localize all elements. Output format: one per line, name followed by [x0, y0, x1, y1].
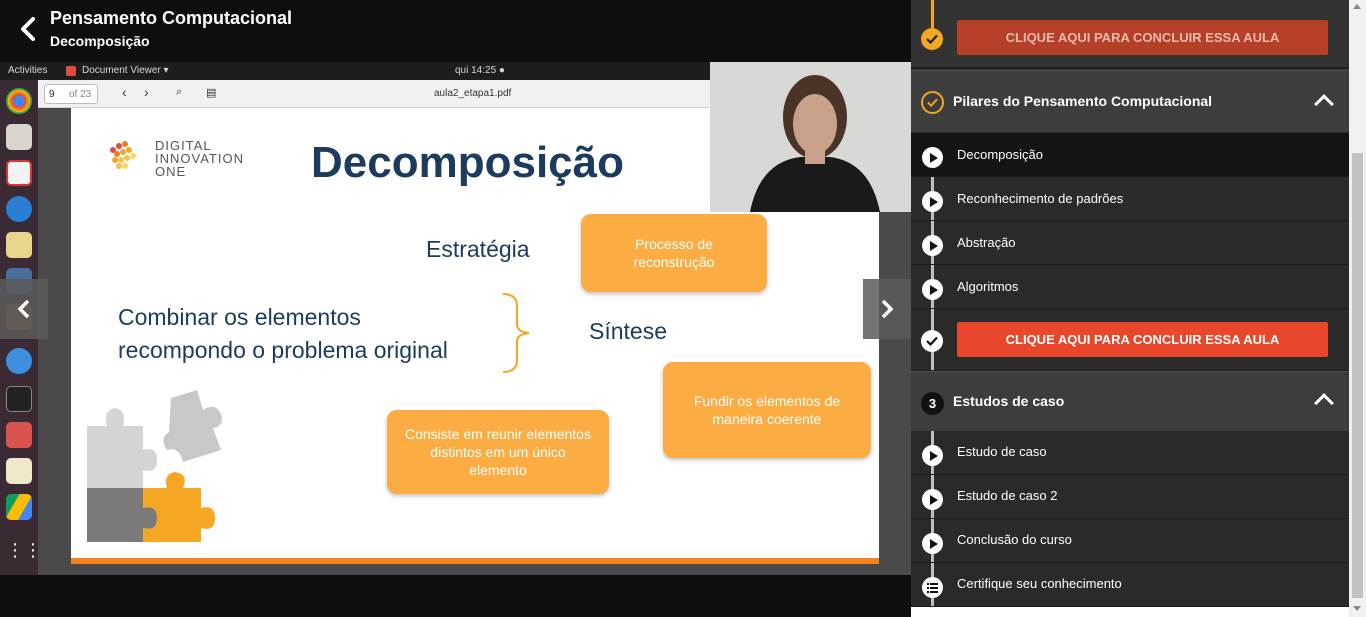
progress-line — [931, 0, 934, 28]
scroll-up-icon[interactable] — [1353, 4, 1361, 9]
label-combinar: Combinar os elementos recompondo o probl… — [118, 304, 448, 363]
play-icon — [922, 489, 943, 510]
puzzle-illustration — [87, 390, 222, 542]
files-icon — [6, 124, 32, 150]
back-arrow-icon[interactable] — [16, 16, 42, 42]
prev-slide-button[interactable] — [0, 279, 48, 339]
section-header-estudos[interactable]: 3 Estudos de caso — [911, 371, 1349, 431]
pdf-filename: aula2_etapa1.pdf — [434, 88, 512, 99]
lesson-item-estudo-caso-2[interactable]: Estudo de caso 2 — [911, 475, 1349, 519]
app-name: Document Viewer ▾ — [82, 65, 169, 76]
play-icon — [922, 445, 943, 466]
play-icon — [922, 235, 943, 256]
play-icon — [922, 279, 943, 300]
section-title: Pilares do Pensamento Computacional — [953, 93, 1213, 109]
play-icon — [922, 147, 943, 168]
next-page-icon[interactable]: › — [144, 84, 149, 100]
section-header-pilares[interactable]: Pilares do Pensamento Computacional — [911, 70, 1349, 132]
box-consiste: Consiste em reunir elementos distintos e… — [387, 410, 609, 494]
sidebar-bottom-edge — [911, 607, 1349, 617]
lesson-item-algoritmos[interactable]: Algoritmos — [911, 265, 1349, 309]
app-icon — [6, 232, 32, 258]
box-fundir: Fundir os elementos de maneira coerente — [663, 362, 871, 458]
lesson-item-abstracao[interactable]: Abstração — [911, 221, 1349, 265]
dio-logo-text: DIGITAL INNOVATION ONE — [155, 138, 244, 179]
player-bottom-bar — [0, 575, 911, 617]
check-icon — [921, 330, 943, 352]
lesson-title: Decomposição — [50, 33, 150, 49]
conclude-lesson-button-top[interactable]: CLIQUE AQUI PARA CONCLUIR ESSA AULA — [957, 20, 1328, 55]
menu-icon[interactable]: ▤ — [206, 86, 216, 99]
chevron-up-icon[interactable] — [1314, 94, 1334, 114]
chevron-left-icon — [17, 299, 30, 319]
conclude-row: CLIQUE AQUI PARA CONCLUIR ESSA AULA — [911, 309, 1349, 371]
label-sintese: Síntese — [589, 318, 667, 344]
scroll-down-icon[interactable] — [1353, 606, 1361, 611]
page-number-input[interactable]: 9 of 23 — [44, 84, 98, 104]
slide-footer-bar — [71, 558, 879, 564]
brace-icon — [502, 293, 530, 373]
lesson-item-padroes[interactable]: Reconhecimento de padrões — [911, 177, 1349, 221]
lesson-item-conclusao[interactable]: Conclusão do curso — [911, 519, 1349, 563]
lesson-item-decomposicao[interactable]: Decomposição — [911, 133, 1349, 177]
chevron-right-icon — [881, 299, 894, 319]
quiz-list-icon — [922, 577, 943, 598]
completed-lesson-row: CLIQUE AQUI PARA CONCLUIR ESSA AULA — [911, 0, 1349, 68]
text-editor-icon — [6, 458, 32, 484]
conclude-lesson-button[interactable]: CLIQUE AQUI PARA CONCLUIR ESSA AULA — [957, 322, 1328, 357]
completed-check-icon — [921, 28, 943, 50]
course-sidebar: CLIQUE AQUI PARA CONCLUIR ESSA AULA Pila… — [911, 0, 1349, 617]
label-estrategia: Estratégia — [426, 236, 530, 262]
player-header: Pensamento Computacional Decomposição — [0, 0, 911, 62]
lesson-item-estudo-caso[interactable]: Estudo de caso — [911, 431, 1349, 475]
chevron-up-icon[interactable] — [1314, 393, 1334, 413]
play-icon — [922, 533, 943, 554]
section-complete-icon — [921, 91, 944, 114]
webcam-overlay — [710, 62, 911, 212]
help-icon — [6, 348, 32, 374]
app-grid-icon: ⋮⋮ — [6, 540, 42, 560]
section-title: Estudos de caso — [953, 393, 1065, 409]
scrollbar-thumb[interactable] — [1352, 153, 1363, 598]
chrome-icon — [6, 88, 32, 114]
clock: qui 14:25 ● — [455, 65, 505, 76]
sidebar-scrollbar[interactable] — [1349, 0, 1366, 617]
activities-label: Activities — [8, 65, 48, 76]
slide-title: Decomposição — [311, 138, 624, 187]
lesson-item-certifique[interactable]: Certifique seu conhecimento — [911, 563, 1349, 607]
section-number-badge: 3 — [921, 392, 944, 415]
terminal-icon — [6, 386, 32, 412]
search-icon[interactable]: ⌕ — [176, 86, 182, 99]
prev-page-icon[interactable]: ‹ — [122, 84, 127, 100]
settings-icon — [6, 422, 32, 448]
editor-icon — [6, 160, 32, 186]
play-icon — [922, 191, 943, 212]
course-title: Pensamento Computacional — [50, 8, 293, 28]
drive-icon — [6, 494, 32, 520]
video-player[interactable]: Activities Document Viewer ▾ qui 14:25 ●… — [0, 62, 911, 575]
document-viewer-icon — [66, 66, 76, 76]
thunderbird-icon — [6, 196, 32, 222]
next-slide-button[interactable] — [863, 279, 911, 339]
dio-logo-icon — [110, 141, 136, 169]
box-processo: Processo de reconstrução — [581, 214, 767, 292]
